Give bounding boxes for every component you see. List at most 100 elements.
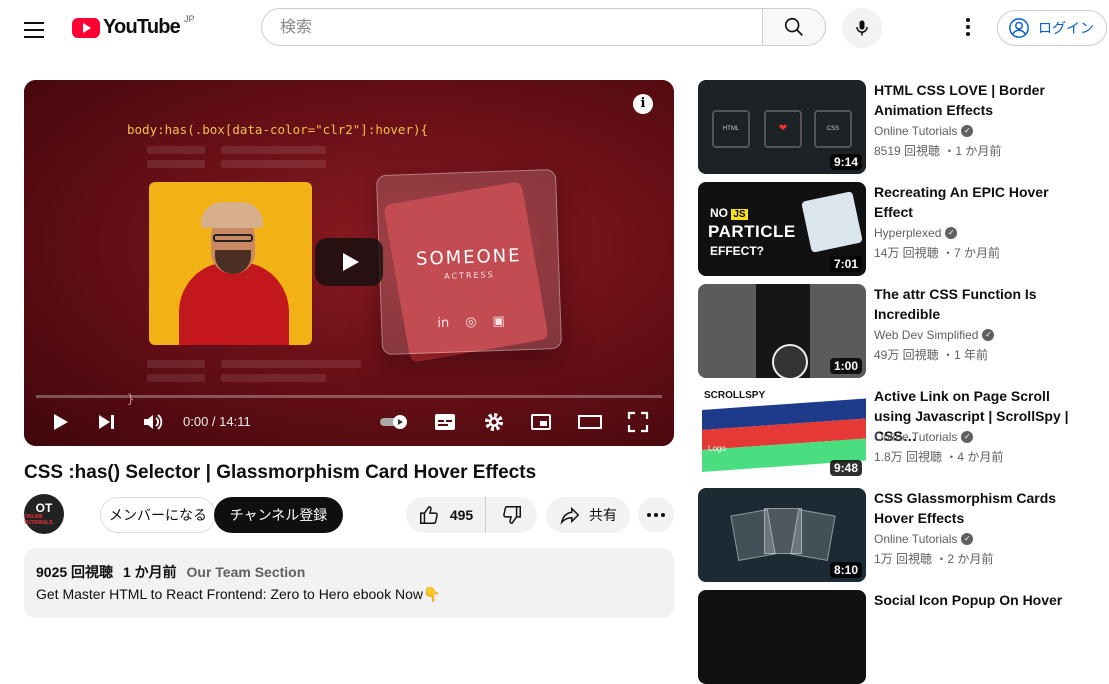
next-icon[interactable] — [94, 410, 118, 434]
placeholder-bar — [147, 146, 205, 154]
recommendation-thumbnail[interactable]: SCROLLSPY Logo 9:48 — [698, 386, 866, 480]
info-icon[interactable]: i — [633, 94, 653, 114]
portrait-image — [149, 182, 312, 345]
recommendation-stats: 1万 回視聴 ・2 か月前 — [874, 552, 994, 566]
verified-icon: ✓ — [945, 227, 958, 239]
description-line: Get Master HTML to React Frontend: Zero … — [36, 586, 441, 602]
recommendation-item[interactable]: 8:10 CSS Glassmorphism Cards Hover Effec… — [698, 488, 1098, 582]
recommendation-channel[interactable]: Hyperplexed ✓ — [874, 226, 958, 240]
thumbs-down-icon — [502, 506, 521, 524]
youtube-logo[interactable]: YouTube JP — [72, 13, 195, 39]
account-icon — [1009, 18, 1029, 38]
upload-date: 1 か月前 — [122, 564, 177, 580]
view-count: 9025 回視聴 — [36, 564, 114, 580]
avatar-text: OT — [35, 500, 53, 515]
duration-badge: 9:14 — [829, 154, 862, 170]
youtube-play-icon — [72, 17, 100, 38]
search-box[interactable] — [261, 8, 762, 46]
recommendation-item[interactable]: 1:00 The attr CSS Function Is Incredible… — [698, 284, 1098, 378]
more-actions-button[interactable] — [638, 497, 674, 533]
verified-icon: ✓ — [961, 533, 974, 545]
placeholder-bar — [221, 160, 326, 168]
recommendation-channel[interactable]: Web Dev Simplified ✓ — [874, 328, 995, 342]
recommendation-item[interactable]: Social Icon Popup On Hover — [698, 590, 1098, 684]
logo-text: YouTube — [103, 16, 181, 38]
placeholder-bar — [221, 146, 326, 154]
miniplayer-icon[interactable] — [529, 410, 553, 434]
recommendation-channel[interactable]: Online Tutorials ✓ — [874, 532, 974, 546]
time-display: 0:00 / 14:11 — [183, 414, 251, 429]
region-label: JP — [183, 13, 195, 24]
recommendation-thumbnail[interactable]: NO JS PARTICLE EFFECT? 7:01 — [698, 182, 866, 276]
recommendation-stats: 49万 回視聴 ・1 年前 — [874, 348, 989, 362]
placeholder-bar — [221, 360, 361, 368]
login-button[interactable]: ログイン — [997, 10, 1107, 46]
share-icon — [560, 506, 580, 525]
duration-badge: 9:48 — [829, 460, 862, 476]
recommendation-title[interactable]: HTML CSS LOVE | Border Animation Effects — [874, 80, 1084, 120]
play-icon[interactable] — [48, 410, 72, 434]
recommendation-thumbnail[interactable]: 1:00 — [698, 284, 866, 378]
whatsapp-icon: ◎ — [464, 314, 477, 331]
recommendation-stats: 1.8万 回視聴 ・4 か月前 — [874, 450, 1004, 464]
placeholder-bar — [221, 374, 326, 382]
description-box[interactable]: 9025 回視聴 1 か月前 Our Team Section Get Mast… — [24, 548, 674, 618]
microphone-icon — [856, 20, 868, 36]
duration-badge: 7:01 — [829, 256, 862, 272]
placeholder-bar — [147, 160, 205, 168]
recommendation-stats: 14万 回視聴 ・7 か月前 — [874, 246, 1001, 260]
theater-mode-icon[interactable] — [577, 410, 603, 434]
avatar-subtext: ONLINE TUTORIALS — [24, 513, 53, 526]
recommendation-channel[interactable]: Online Tutorials ✓ — [874, 430, 974, 444]
autoplay-toggle-icon[interactable] — [378, 410, 412, 434]
recommendation-channel[interactable]: Online Tutorials ✓ — [874, 124, 974, 138]
instagram-icon: ▣ — [492, 313, 506, 330]
recommendation-thumbnail[interactable] — [698, 590, 866, 684]
recommendation-thumbnail[interactable]: 8:10 — [698, 488, 866, 582]
recommendation-title[interactable]: Social Icon Popup On Hover — [874, 590, 1084, 610]
like-button[interactable]: 495 — [406, 497, 486, 533]
recommendation-item[interactable]: NO JS PARTICLE EFFECT? 7:01 Recreating A… — [698, 182, 1098, 276]
recommendation-thumbnail[interactable]: HTML ❤ CSS 9:14 — [698, 80, 866, 174]
gear-icon[interactable] — [482, 410, 506, 434]
video-player[interactable]: body:has(.box[data-color="clr2"]:hover){… — [24, 80, 674, 446]
placeholder-bar — [147, 374, 205, 382]
search-button[interactable] — [762, 8, 826, 46]
recommendation-item[interactable]: SCROLLSPY Logo 9:48 Active Link on Page … — [698, 386, 1098, 480]
recommendation-title[interactable]: The attr CSS Function Is Incredible — [874, 284, 1084, 324]
subscribe-button[interactable]: チャンネル登録 — [214, 497, 343, 533]
thumbs-up-icon — [419, 506, 438, 524]
recommendation-title[interactable]: Recreating An EPIC Hover Effect — [874, 182, 1084, 222]
join-button[interactable]: メンバーになる — [100, 497, 216, 533]
menu-icon[interactable] — [24, 18, 48, 38]
share-label: 共有 — [589, 507, 617, 523]
card-title: SOMEONE — [415, 245, 522, 270]
description-tag: Our Team Section — [186, 564, 306, 580]
linkedin-icon: in — [437, 315, 450, 332]
subtitles-icon[interactable] — [433, 410, 457, 434]
placeholder-bar — [147, 360, 205, 368]
recommendation-stats: 8519 回視聴 ・1 か月前 — [874, 144, 1002, 158]
volume-icon[interactable] — [141, 410, 165, 434]
settings-more-icon[interactable] — [958, 18, 978, 38]
code-overlay: body:has(.box[data-color="clr2"]:hover){ — [127, 122, 429, 137]
share-button[interactable]: 共有 — [546, 497, 630, 533]
recommendation-item[interactable]: HTML ❤ CSS 9:14 HTML CSS LOVE | Border A… — [698, 80, 1098, 174]
voice-search-button[interactable] — [842, 8, 882, 48]
duration-badge: 8:10 — [829, 562, 862, 578]
verified-icon: ✓ — [961, 431, 974, 443]
player-controls: 0:00 / 14:11 — [24, 398, 674, 446]
video-title: CSS :has() Selector | Glassmorphism Card… — [24, 462, 537, 483]
search-input[interactable] — [278, 18, 742, 38]
fullscreen-icon[interactable] — [626, 410, 650, 434]
like-count: 495 — [449, 507, 474, 523]
channel-avatar[interactable]: OT ONLINE TUTORIALS — [24, 494, 64, 534]
login-label: ログイン — [1038, 20, 1094, 36]
recommendation-title[interactable]: CSS Glassmorphism Cards Hover Effects — [874, 488, 1084, 528]
duration-badge: 1:00 — [829, 358, 862, 374]
dislike-button[interactable] — [486, 497, 537, 533]
glass-card: SOMEONE ACTRESS in ◎ ▣ — [375, 168, 563, 356]
large-play-button[interactable] — [315, 238, 383, 286]
verified-icon: ✓ — [982, 329, 995, 341]
verified-icon: ✓ — [961, 125, 974, 137]
